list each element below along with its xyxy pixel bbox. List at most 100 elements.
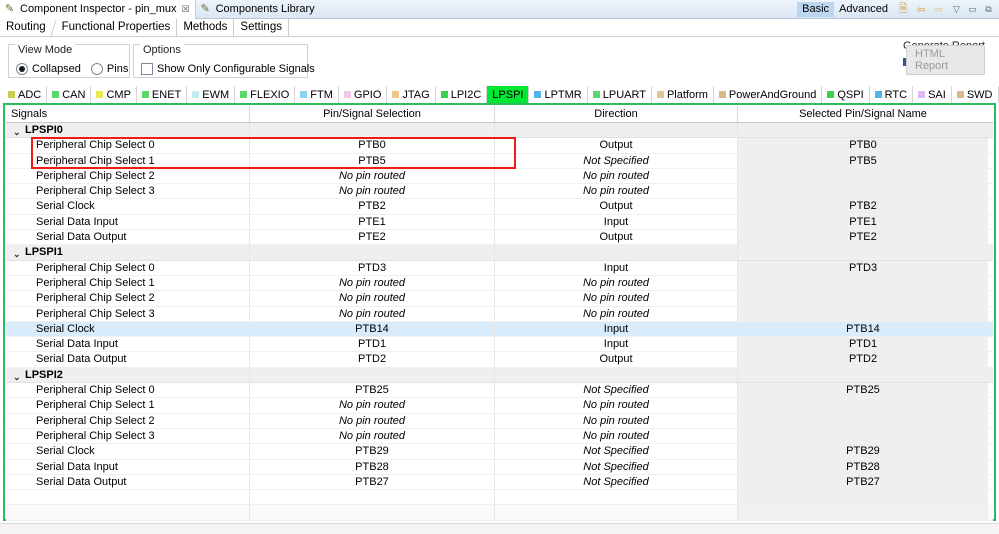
direction-cell[interactable]: No pin routed	[495, 306, 738, 321]
checkbox-show-only-configurable-signals[interactable]: Show Only Configurable Signals	[141, 63, 315, 75]
peripheral-tab-lpuart[interactable]: LPUART	[588, 86, 652, 103]
peripheral-tab-ftm[interactable]: FTM	[295, 86, 339, 103]
pin-signal-selection-cell[interactable]: PTB29	[250, 444, 495, 459]
tab-functional-properties[interactable]: Functional Properties	[56, 19, 178, 36]
direction-cell[interactable]: Not Specified	[495, 459, 738, 474]
table-row[interactable]: Serial Data Output PTD2 Output PTD2	[6, 352, 993, 368]
direction-cell[interactable]: Not Specified	[495, 153, 738, 168]
pin-signal-selection-cell[interactable]: PTB0	[250, 138, 495, 153]
table-row[interactable]: Peripheral Chip Select 2 No pin routed No …	[6, 413, 993, 429]
radio-pins[interactable]: Pins	[90, 63, 128, 75]
direction-cell[interactable]: Input	[495, 214, 738, 230]
peripheral-tab-qspi[interactable]: QSPI	[822, 86, 870, 103]
pin-signal-selection-cell[interactable]: No pin routed	[250, 413, 495, 428]
tab-settings[interactable]: Settings	[234, 19, 289, 36]
table-row[interactable]: Peripheral Chip Select 0 PTB25 Not Specifi…	[6, 383, 993, 399]
table-row[interactable]: Serial Data Input PTD1 Input PTD1	[6, 337, 993, 353]
restore-view-icon[interactable]: ⧉	[982, 3, 995, 16]
direction-cell[interactable]: Output	[495, 352, 738, 367]
direction-cell[interactable]: Input	[495, 321, 738, 337]
pin-signal-selection-cell[interactable]: No pin routed	[250, 168, 495, 184]
direction-cell[interactable]: No pin routed	[495, 398, 738, 413]
pin-signal-selection-cell[interactable]: PTB2	[250, 199, 495, 214]
chevron-down-icon[interactable]: ⌄	[13, 125, 21, 137]
pin-signal-selection-cell[interactable]: PTB28	[250, 459, 495, 474]
peripheral-tab-lpi2c[interactable]: LPI2C	[436, 86, 488, 103]
direction-cell[interactable]: No pin routed	[495, 291, 738, 306]
peripheral-tab-adc[interactable]: ADC	[3, 86, 48, 103]
column-header-pin-signal-selection[interactable]: Pin/Signal Selection	[250, 106, 495, 122]
table-row[interactable]: Peripheral Chip Select 2 No pin routed No …	[6, 168, 993, 185]
pin-signal-selection-cell[interactable]: PTB14	[250, 321, 495, 337]
peripheral-tab-rtc[interactable]: RTC	[870, 86, 914, 103]
editor-tab-component-inspector[interactable]: ✎ Component Inspector - pin_mux ☒	[0, 0, 196, 19]
direction-cell[interactable]: Input	[495, 337, 738, 352]
chevron-down-icon[interactable]: ⌄	[13, 247, 21, 259]
table-row[interactable]: Peripheral Chip Select 1 No pin routed No …	[6, 275, 993, 292]
pin-signal-selection-cell[interactable]: PTB5	[250, 153, 495, 168]
direction-cell[interactable]: No pin routed	[495, 413, 738, 428]
peripheral-tab-swd[interactable]: SWD	[952, 86, 999, 103]
peripheral-tab-jtag[interactable]: JTAG	[387, 86, 436, 103]
table-row[interactable]: Serial Data Output PTE2 Output PTE2	[6, 230, 993, 246]
direction-cell[interactable]: Not Specified	[495, 474, 738, 490]
peripheral-tab-gpio[interactable]: GPIO	[339, 86, 388, 103]
direction-cell[interactable]: Not Specified	[495, 383, 738, 398]
html-report-button[interactable]: HTML Report	[906, 45, 985, 75]
table-group-row[interactable]: ⌄ LPSPI2	[6, 367, 993, 384]
direction-cell[interactable]: Output	[495, 199, 738, 214]
table-row[interactable]: Peripheral Chip Select 3 No pin routed No …	[6, 184, 993, 200]
peripheral-tab-enet[interactable]: ENET	[137, 86, 188, 103]
pin-signal-selection-cell[interactable]: PTE2	[250, 230, 495, 245]
table-row[interactable]: Peripheral Chip Select 1 No pin routed No …	[6, 398, 993, 414]
pin-signal-selection-cell[interactable]: No pin routed	[250, 398, 495, 413]
peripheral-tab-ewm[interactable]: EWM	[187, 86, 236, 103]
mode-button-basic[interactable]: Basic	[797, 1, 835, 17]
new-file-icon[interactable]: 🗎	[895, 1, 911, 17]
pin-signal-selection-cell[interactable]: No pin routed	[250, 291, 495, 306]
column-header-selected-pin-signal-name[interactable]: Selected Pin/Signal Name	[738, 106, 988, 122]
table-row[interactable]: Serial Clock PTB2 Output PTB2	[6, 199, 993, 215]
pin-signal-selection-cell[interactable]: PTB25	[250, 383, 495, 398]
chevron-down-icon[interactable]: ⌄	[13, 370, 21, 382]
peripheral-tab-can[interactable]: CAN	[47, 86, 92, 103]
direction-cell[interactable]: Output	[495, 230, 738, 245]
radio-collapsed[interactable]: Collapsed	[16, 63, 81, 75]
maximize-view-icon[interactable]: ▭	[966, 3, 979, 16]
direction-cell[interactable]: No pin routed	[495, 428, 738, 444]
table-row[interactable]: Peripheral Chip Select 0 PTD3 Input PTD3	[6, 260, 993, 276]
peripheral-tab-flexio[interactable]: FLEXIO	[235, 86, 296, 103]
pin-signal-selection-cell[interactable]: No pin routed	[250, 184, 495, 199]
tab-routing[interactable]: Routing	[0, 19, 56, 36]
table-row[interactable]: Peripheral Chip Select 3 No pin routed No …	[6, 306, 993, 322]
peripheral-tab-lptmr[interactable]: LPTMR	[529, 86, 588, 103]
pin-signal-selection-cell[interactable]: No pin routed	[250, 275, 495, 291]
back-arrow-icon[interactable]: ⇦	[913, 1, 929, 17]
table-row[interactable]: Peripheral Chip Select 0 PTB0 Output PTB0	[6, 138, 993, 154]
table-row[interactable]: Serial Data Output PTB27 Not Specified PTB2…	[6, 474, 993, 491]
table-row[interactable]: Serial Data Input PTB28 Not Specified PTB28	[6, 459, 993, 475]
direction-cell[interactable]: No pin routed	[495, 184, 738, 199]
table-group-row[interactable]: ⌄ LPSPI0	[6, 123, 993, 139]
pin-signal-selection-cell[interactable]: PTD2	[250, 352, 495, 367]
direction-cell[interactable]: Input	[495, 260, 738, 275]
table-row[interactable]: Serial Clock PTB29 Not Specified PTB29	[6, 444, 993, 460]
direction-cell[interactable]: Output	[495, 138, 738, 153]
close-icon[interactable]: ☒	[182, 4, 190, 15]
peripheral-tab-platform[interactable]: Platform	[652, 86, 714, 103]
peripheral-tab-lpspi[interactable]: LPSPI	[487, 86, 530, 103]
pin-signal-selection-cell[interactable]: No pin routed	[250, 306, 495, 321]
table-group-row[interactable]: ⌄ LPSPI1	[6, 245, 993, 261]
pin-signal-selection-cell[interactable]: PTD3	[250, 260, 495, 275]
pin-signal-selection-cell[interactable]: PTE1	[250, 214, 495, 230]
pin-signal-selection-cell[interactable]: No pin routed	[250, 428, 495, 444]
direction-cell[interactable]: Not Specified	[495, 444, 738, 459]
column-header-signals[interactable]: Signals	[6, 106, 250, 122]
minimize-view-icon[interactable]: ▽	[950, 3, 963, 16]
forward-arrow-icon[interactable]: ⇨	[931, 1, 947, 17]
editor-tab-components-library[interactable]: ✎ Components Library	[196, 0, 320, 19]
peripheral-tab-sai[interactable]: SAI	[913, 86, 952, 103]
column-header-direction[interactable]: Direction	[495, 106, 738, 122]
pin-signal-selection-cell[interactable]: PTD1	[250, 337, 495, 352]
direction-cell[interactable]: No pin routed	[495, 275, 738, 291]
